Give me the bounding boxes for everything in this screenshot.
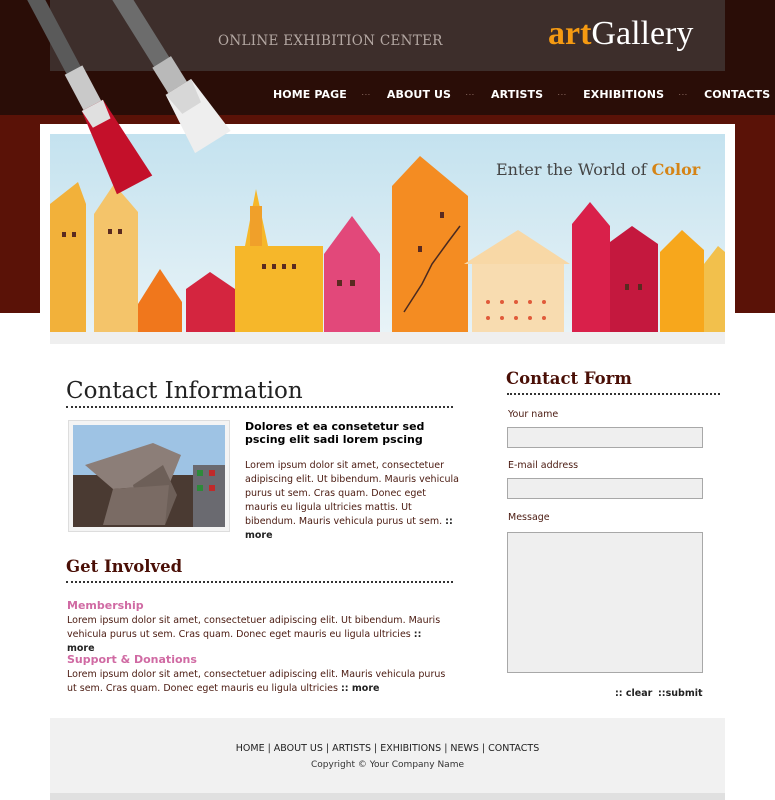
footer-link-exhibitions[interactable]: EXHIBITIONS — [380, 743, 441, 754]
name-field[interactable] — [507, 427, 703, 448]
membership-title[interactable]: Membership — [67, 599, 144, 612]
building-photo — [68, 420, 230, 532]
contact-form-heading: Contact Form — [506, 369, 632, 388]
footer: HOME | ABOUT US | ARTISTS | EXHIBITIONS | NEWS | C… — [50, 718, 725, 793]
banner-slogan-prefix: Enter the World of — [496, 160, 652, 179]
footer-separator: | — [373, 743, 378, 754]
footer-nav: HOME | ABOUT US | ARTISTS | EXHIBITIONS | NEWS | C… — [50, 743, 725, 754]
footer-separator: | — [481, 743, 486, 754]
footer-link-contacts[interactable]: CONTACTS — [488, 743, 539, 754]
banner-slogan: Enter the World of Color — [496, 160, 700, 179]
teaser-title: Dolores et ea consetetur sed pscing elit… — [245, 420, 425, 446]
main-nav: HOME PAGE ⋮ ABOUT US ⋮ ARTISTS ⋮ EXHIBIT… — [256, 86, 775, 102]
support-more-link[interactable]: :: more — [341, 683, 379, 694]
support-body-text: Lorem ipsum dolor sit amet, consectetuer… — [67, 669, 446, 694]
banner-slogan-color-word: Color — [651, 160, 701, 179]
email-field[interactable] — [507, 478, 703, 499]
footer-separator: | — [267, 743, 271, 754]
support-title[interactable]: Support & Donations — [67, 653, 197, 666]
footer-link-artists[interactable]: ARTISTS — [332, 743, 371, 754]
copyright: Copyright © Your Company Name — [311, 760, 464, 770]
footer-link-home[interactable]: HOME — [236, 743, 265, 754]
divider-dotted — [66, 406, 453, 408]
footer-link-about[interactable]: ABOUT US — [274, 743, 323, 754]
submit-button[interactable]: ::submit — [658, 688, 703, 699]
contact-info-heading: Contact Information — [66, 378, 303, 404]
membership-body: Lorem ipsum dolor sit amet, consectetuer… — [67, 614, 447, 656]
nav-artists[interactable]: ARTISTS — [474, 88, 560, 101]
divider-dotted — [507, 393, 720, 395]
footer-bottom-strip — [50, 793, 725, 800]
teaser-body: Lorem ipsum dolor sit amet, consectetuer… — [245, 459, 460, 543]
name-label: Your name — [508, 409, 559, 420]
banner-bottom-strip — [50, 332, 725, 344]
nav-home[interactable]: HOME PAGE — [256, 88, 364, 101]
get-involved-heading: Get Involved — [66, 557, 183, 576]
building-photo-image — [73, 425, 225, 527]
footer-separator: | — [325, 743, 330, 754]
membership-body-text: Lorem ipsum dolor sit amet, consectetuer… — [67, 615, 441, 640]
message-label: Message — [508, 512, 550, 523]
footer-link-news[interactable]: NEWS — [450, 743, 479, 754]
footer-separator: | — [444, 743, 448, 754]
nav-contacts[interactable]: CONTACTS — [687, 88, 775, 101]
email-label: E-mail address — [508, 460, 579, 471]
teaser-body-text: Lorem ipsum dolor sit amet, consectetuer… — [245, 460, 459, 527]
site-logo[interactable]: artGallery — [548, 14, 693, 54]
divider-dotted — [66, 581, 453, 583]
site-tagline: ONLINE EXHIBITION CENTER — [218, 33, 443, 49]
message-textarea[interactable] — [507, 532, 703, 673]
clear-button[interactable]: :: clear — [615, 688, 652, 699]
support-body: Lorem ipsum dolor sit amet, consectetuer… — [67, 668, 447, 696]
nav-about[interactable]: ABOUT US — [370, 88, 468, 101]
nav-exhibitions[interactable]: EXHIBITIONS — [566, 88, 681, 101]
logo-gallery: Gallery — [591, 15, 694, 52]
logo-art: art — [548, 15, 592, 52]
